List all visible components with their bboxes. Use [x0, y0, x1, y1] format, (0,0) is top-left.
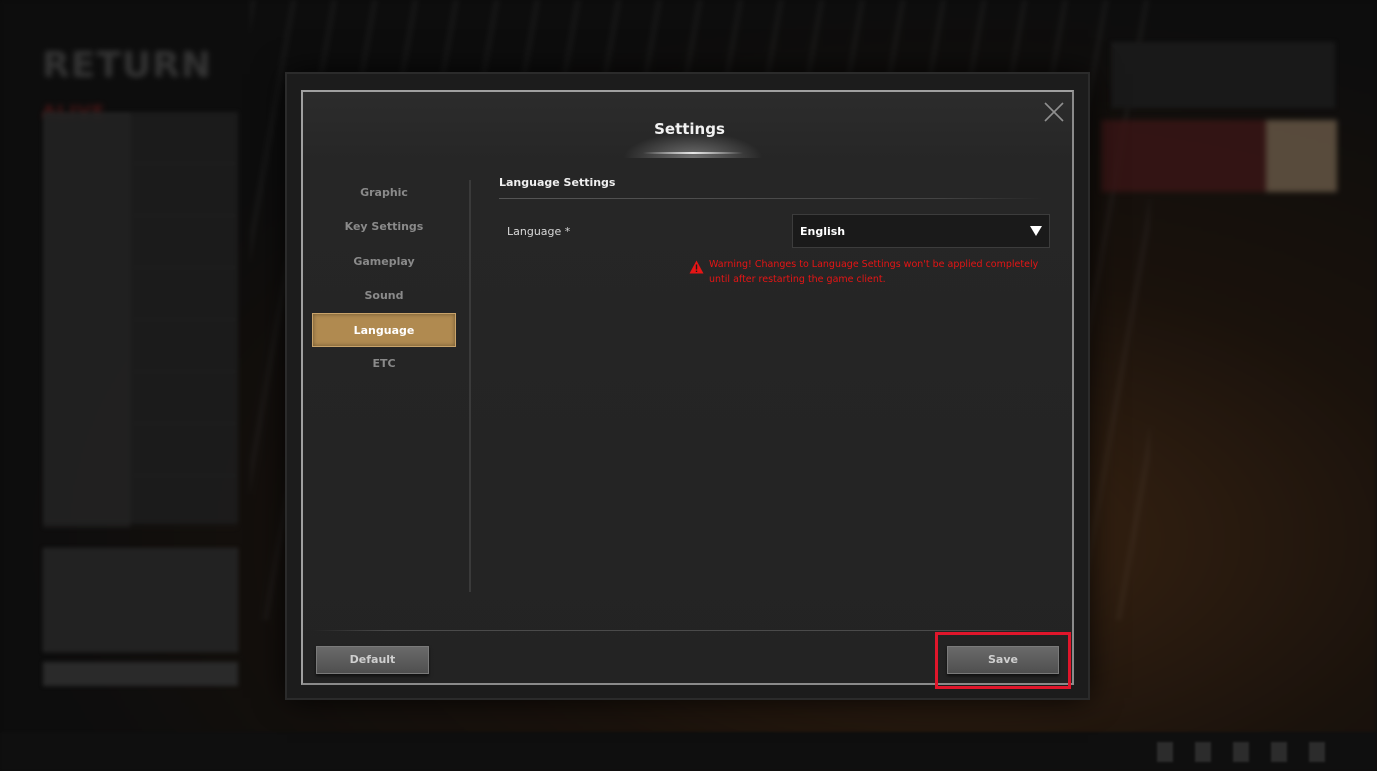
- background-banner: [1101, 120, 1337, 192]
- sidebar-divider: [469, 180, 471, 592]
- language-label: Language *: [507, 225, 571, 238]
- save-highlight-box: [935, 632, 1071, 689]
- background-left-panel: [43, 112, 238, 528]
- section-title: Language Settings: [499, 176, 616, 189]
- background-left-button: [43, 662, 238, 686]
- background-left-box: [43, 548, 238, 652]
- chevron-down-icon: [1030, 226, 1042, 236]
- warning-line-1: Warning! Changes to Language Settings wo…: [709, 259, 1039, 270]
- default-button[interactable]: Default: [316, 646, 429, 674]
- section-divider: [499, 198, 1044, 199]
- tab-key-settings[interactable]: Key Settings: [312, 210, 456, 244]
- tab-sound[interactable]: Sound: [312, 279, 456, 313]
- close-icon: [1044, 102, 1064, 122]
- footer-divider: [313, 630, 1064, 631]
- settings-dialog: Settings Graphic Key Settings Gameplay S…: [287, 74, 1088, 698]
- settings-sidebar: Graphic Key Settings Gameplay Sound Lang…: [312, 176, 456, 382]
- language-warning: Warning! Changes to Language Settings wo…: [709, 258, 1054, 287]
- language-selected-value: English: [800, 225, 846, 238]
- tab-graphic[interactable]: Graphic: [312, 176, 456, 210]
- language-dropdown[interactable]: English: [792, 214, 1050, 248]
- dialog-title: Settings: [654, 120, 725, 138]
- warning-icon: [689, 260, 704, 274]
- close-button[interactable]: [1043, 101, 1065, 123]
- header-ornament: [643, 152, 743, 154]
- game-logo: RETURN ALIVE: [42, 45, 212, 123]
- tab-etc[interactable]: ETC: [312, 347, 456, 381]
- background-bottom-bar: [0, 732, 1377, 771]
- tab-gameplay[interactable]: Gameplay: [312, 245, 456, 279]
- background-profile-panel: [1111, 42, 1335, 108]
- warning-line-2: until after restarting the game client.: [709, 273, 886, 285]
- tab-language[interactable]: Language: [312, 313, 456, 348]
- settings-dialog-frame: Settings Graphic Key Settings Gameplay S…: [301, 90, 1074, 689]
